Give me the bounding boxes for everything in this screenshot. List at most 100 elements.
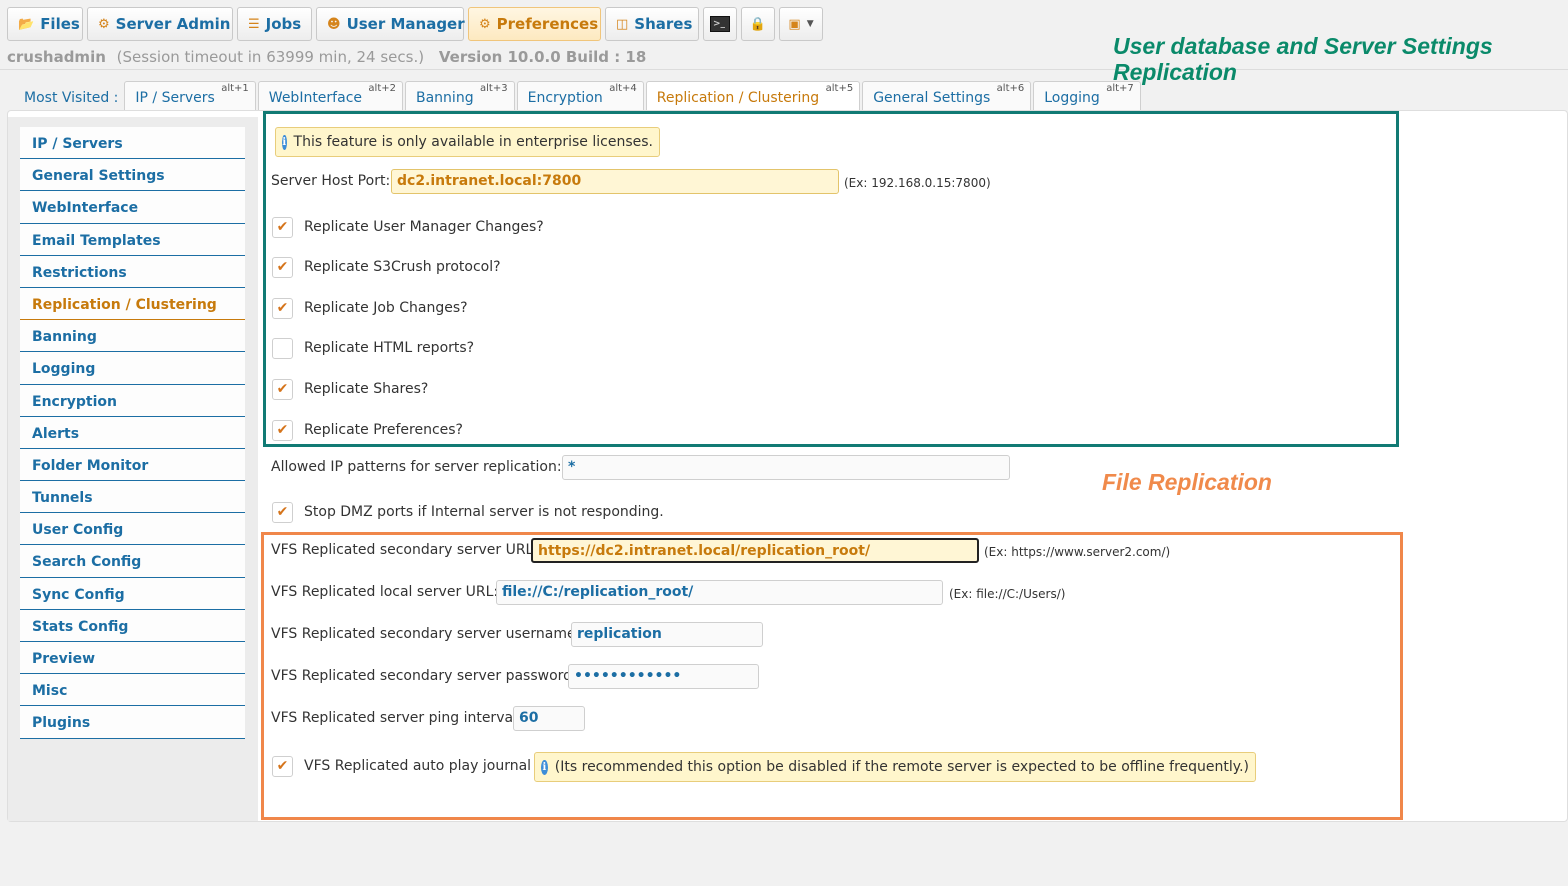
info-icon: i [541, 759, 548, 775]
sidebar-item-tunnels[interactable]: Tunnels [20, 481, 245, 514]
server-admin-button[interactable]: ⚙ Server Admin [87, 7, 233, 41]
stop-dmz-checkbox[interactable]: ✔ [272, 502, 293, 523]
chevron-down-icon: ▼ [806, 19, 814, 29]
tab-banning[interactable]: Banning alt+3 [405, 81, 515, 110]
sidebar-item-general-settings[interactable]: General Settings [20, 159, 245, 192]
enterprise-notice: i This feature is only available in ente… [275, 127, 660, 157]
lock-icon: 🔒 [749, 16, 767, 32]
tab-replication-clustering[interactable]: Replication / Clustering alt+5 [645, 81, 861, 110]
tab-general-settings[interactable]: General Settings alt+6 [862, 81, 1032, 110]
host-port-label: Server Host Port: [271, 173, 391, 189]
sidebar-item-preview[interactable]: Preview [20, 642, 245, 675]
vfs-ping-input[interactable]: 60 [513, 706, 585, 731]
sidebar-item-ip-servers[interactable]: IP / Servers [20, 127, 245, 160]
allowed-ip-label: Allowed IP patterns for server replicati… [271, 459, 562, 475]
tab-shortcut: alt+6 [996, 83, 1025, 94]
replicate-shares-label: Replicate Shares? [304, 381, 429, 397]
allowed-ip-input[interactable]: * [562, 455, 1010, 480]
lock-button[interactable]: 🔒 [741, 7, 775, 41]
replicate-s3crush-checkbox[interactable]: ✔ [272, 257, 293, 278]
jobs-button-label: Jobs [265, 15, 302, 33]
preferences-button[interactable]: ⚙ Preferences [468, 7, 601, 41]
sidebar: IP / Servers General Settings WebInterfa… [20, 127, 245, 739]
sidebar-item-alerts[interactable]: Alerts [20, 416, 245, 449]
sidebar-item-replication-clustering[interactable]: Replication / Clustering [20, 287, 245, 321]
vfs-local-url-input[interactable]: file://C:/replication_root/ [496, 580, 943, 605]
terminal-button[interactable]: >_ [703, 7, 737, 41]
sidebar-item-search-config[interactable]: Search Config [20, 545, 245, 578]
sidebar-item-webinterface[interactable]: WebInterface [20, 191, 245, 224]
sidebar-item-misc[interactable]: Misc [20, 674, 245, 707]
vfs-secondary-url-label: VFS Replicated secondary server URL: [271, 542, 539, 558]
replicate-shares-checkbox[interactable]: ✔ [272, 379, 293, 400]
sidebar-item-plugins[interactable]: Plugins [20, 706, 245, 739]
vfs-autoplay-notice: i (Its recommended this option be disabl… [534, 752, 1256, 782]
shares-button-label: Shares [634, 15, 693, 33]
info-icon: i [282, 134, 287, 150]
replicate-preferences-checkbox[interactable]: ✔ [272, 420, 293, 441]
tab-label: General Settings [873, 90, 991, 106]
user-manager-button[interactable]: ☻ User Manager [316, 7, 465, 41]
tab-ip-servers[interactable]: IP / Servers alt+1 [124, 81, 256, 110]
jobs-icon: ☰ [248, 16, 260, 32]
enterprise-notice-text: This feature is only available in enterp… [293, 134, 653, 150]
replicate-s3crush-label: Replicate S3Crush protocol? [304, 259, 501, 275]
jobs-button[interactable]: ☰ Jobs [237, 7, 312, 41]
user-manager-button-label: User Manager [346, 15, 465, 33]
tab-shortcut: alt+4 [609, 83, 637, 94]
sidebar-item-encryption[interactable]: Encryption [20, 384, 245, 417]
tab-label: Banning [416, 90, 474, 106]
version-info: Version 10.0.0 Build : 18 [438, 48, 647, 66]
replicate-jobs-checkbox[interactable]: ✔ [272, 298, 293, 319]
host-port-hint: (Ex: 192.168.0.15:7800) [844, 176, 991, 190]
sidebar-item-user-config[interactable]: User Config [20, 513, 245, 546]
user-db-replication-frame [263, 111, 1399, 447]
stop-dmz-label: Stop DMZ ports if Internal server is not… [304, 504, 664, 520]
vfs-ping-label: VFS Replicated server ping interval [271, 710, 517, 726]
top-toolbar: 📂 Files ⚙ Server Admin ☰ Jobs ☻ User Man… [7, 7, 823, 41]
server-admin-button-label: Server Admin [115, 15, 231, 33]
sidebar-item-sync-config[interactable]: Sync Config [20, 577, 245, 610]
image-icon: ▣ [788, 16, 801, 32]
shares-button[interactable]: ◫ Shares [605, 7, 699, 41]
preferences-icon: ⚙ [479, 16, 491, 32]
image-menu-button[interactable]: ▣ ▼ [779, 7, 823, 41]
tab-webinterface[interactable]: WebInterface alt+2 [257, 81, 403, 110]
session-user: crushadmin [7, 48, 106, 66]
tab-logging[interactable]: Logging alt+7 [1033, 81, 1141, 110]
replicate-user-manager-checkbox[interactable]: ✔ [272, 217, 293, 238]
host-port-input[interactable]: dc2.intranet.local:7800 [391, 169, 839, 194]
sidebar-item-stats-config[interactable]: Stats Config [20, 609, 245, 642]
tab-shortcut: alt+1 [221, 83, 249, 94]
most-visited-label: Most Visited : [24, 90, 119, 106]
session-timeout: (Session timeout in 63999 min, 24 secs.) [116, 48, 425, 66]
vfs-secondary-url-hint: (Ex: https://www.server2.com/) [984, 545, 1171, 559]
tab-shortcut: alt+3 [480, 83, 508, 94]
tab-label: Logging [1044, 90, 1100, 106]
vfs-autoplay-label: VFS Replicated auto play journal [304, 758, 532, 774]
sidebar-item-restrictions[interactable]: Restrictions [20, 255, 245, 288]
vfs-secondary-url-input[interactable]: https://dc2.intranet.local/replication_r… [531, 538, 979, 563]
replicate-html-reports-label: Replicate HTML reports? [304, 340, 475, 356]
vfs-password-input[interactable]: •••••••••••• [568, 664, 759, 689]
sidebar-item-logging[interactable]: Logging [20, 352, 245, 385]
sidebar-item-email-templates[interactable]: Email Templates [20, 223, 245, 256]
vfs-autoplay-checkbox[interactable]: ✔ [272, 756, 293, 777]
vfs-password-label: VFS Replicated secondary server password… [271, 668, 577, 684]
files-button-label: Files [40, 15, 80, 33]
replicate-html-reports-checkbox[interactable] [272, 338, 293, 359]
gear-icon: ⚙ [98, 16, 110, 32]
vfs-local-url-hint: (Ex: file://C:/Users/) [949, 587, 1066, 601]
tab-shortcut: alt+7 [1106, 83, 1134, 94]
sidebar-item-banning[interactable]: Banning [20, 320, 245, 353]
tab-shortcut: alt+2 [368, 83, 396, 94]
tab-encryption[interactable]: Encryption alt+4 [516, 81, 644, 110]
files-button[interactable]: 📂 Files [7, 7, 83, 41]
vfs-autoplay-notice-text: (Its recommended this option be disabled… [554, 759, 1249, 775]
annotation-green: User database and Server Settings Replic… [1113, 33, 1493, 85]
user-icon: ☻ [327, 16, 341, 32]
sidebar-item-folder-monitor[interactable]: Folder Monitor [20, 448, 245, 482]
vfs-username-label: VFS Replicated secondary server username… [271, 626, 581, 642]
vfs-username-input[interactable]: replication [571, 622, 763, 647]
tab-label: IP / Servers [135, 90, 215, 106]
